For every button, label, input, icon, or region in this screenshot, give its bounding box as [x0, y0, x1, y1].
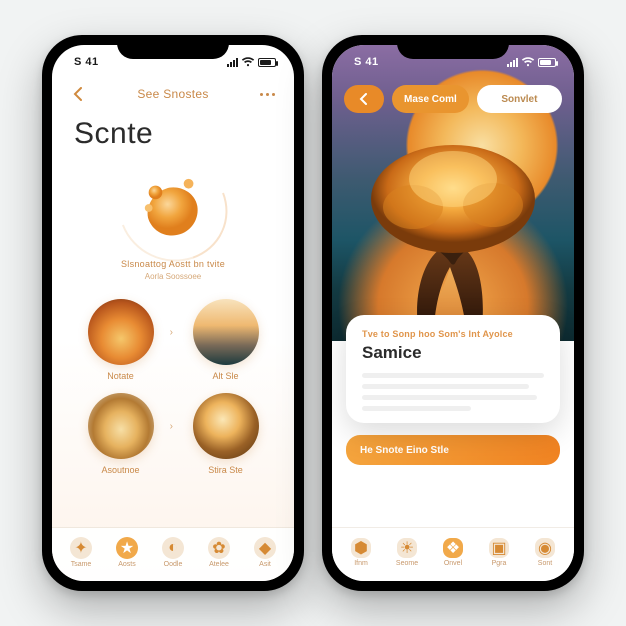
tab-item[interactable]: ◐ Oodle — [150, 532, 196, 573]
category-label: Stira Ste — [208, 465, 243, 475]
tab-item[interactable]: ✦ Tsame — [58, 532, 104, 573]
device-notch — [397, 35, 509, 59]
signal-icon — [227, 57, 238, 67]
tab-item[interactable]: ★ Aosts — [104, 532, 150, 573]
tab-item[interactable]: ✿ Atelee — [196, 532, 242, 573]
tab-label: Sont — [538, 560, 552, 567]
hero-section: Scnte — [52, 107, 294, 159]
back-button[interactable] — [66, 82, 90, 106]
tab-icon: ★ — [116, 537, 138, 559]
category-item[interactable]: Asoutnoe › — [72, 393, 169, 475]
top-nav-title: See Snostes — [137, 87, 208, 101]
status-indicators — [507, 57, 556, 67]
tab-icon: ☀ — [397, 538, 417, 558]
card-title: Samice — [362, 343, 544, 363]
tab-label: Tsame — [71, 561, 92, 568]
wifi-icon — [241, 57, 255, 67]
more-button[interactable] — [256, 82, 280, 106]
battery-icon — [538, 58, 556, 67]
hero-graphic — [52, 159, 294, 259]
category-thumb-icon — [88, 299, 154, 365]
status-indicators — [227, 57, 276, 67]
filter-chip-secondary[interactable]: Sonvlet — [477, 85, 562, 113]
tab-icon: ✿ — [208, 537, 230, 559]
tab-label: Ifnm — [354, 560, 368, 567]
phone-mockup-left: S 41 See Snostes Scnte — [42, 35, 304, 591]
tab-icon: ◐ — [162, 537, 184, 559]
tab-item[interactable]: ❖ Onvel — [430, 532, 476, 573]
tab-item[interactable]: ▣ Pgra — [476, 532, 522, 573]
tab-label: Aosts — [118, 561, 136, 568]
cta-strip[interactable]: He Snote Eino Stle — [346, 435, 560, 465]
category-thumb-icon — [193, 393, 259, 459]
content-card: Tve to Sonp hoo Som's Int Ayolce Samice — [346, 315, 560, 423]
top-nav: See Snostes — [52, 79, 294, 107]
screen-right: S 41 Mase Coml Sonvlet — [332, 45, 574, 581]
chip-label: Sonvlet — [501, 94, 537, 105]
category-item[interactable]: Alt Sle — [177, 299, 274, 381]
tab-icon: ⬢ — [351, 538, 371, 558]
tab-item[interactable]: ◉ Sont — [522, 532, 568, 573]
battery-icon — [258, 58, 276, 67]
tab-bar: ✦ Tsame ★ Aosts ◐ Oodle ✿ Atelee ◆ Asit — [52, 527, 294, 581]
category-thumb-icon — [88, 393, 154, 459]
category-item[interactable]: Notate › — [72, 299, 169, 381]
status-time: S 41 — [74, 56, 99, 68]
category-label: Alt Sle — [212, 371, 238, 381]
tab-label: Pgra — [492, 560, 507, 567]
category-item[interactable]: Stira Ste — [177, 393, 274, 475]
tab-icon: ❖ — [443, 538, 463, 558]
tab-label: Atelee — [209, 561, 229, 568]
tab-label: Onvel — [444, 560, 462, 567]
signal-icon — [507, 57, 518, 67]
device-notch — [117, 35, 229, 59]
filter-chip-primary[interactable]: Mase Coml — [392, 85, 469, 113]
category-label: Asoutnoe — [101, 465, 139, 475]
tab-label: Oodle — [164, 561, 183, 568]
sub-tagline: Aorla Soossoee — [52, 272, 294, 281]
tab-item[interactable]: ☀ Seome — [384, 532, 430, 573]
category-label: Notate — [107, 371, 134, 381]
card-eyebrow: Tve to Sonp hoo Som's Int Ayolce — [362, 329, 544, 339]
tab-label: Seome — [396, 560, 418, 567]
tab-icon: ✦ — [70, 537, 92, 559]
hero-image: S 41 Mase Coml Sonvlet — [332, 45, 574, 341]
phone-mockup-right: S 41 Mase Coml Sonvlet — [322, 35, 584, 591]
card-body-placeholder — [362, 373, 544, 411]
chip-bar: Mase Coml Sonvlet — [344, 85, 562, 113]
chevron-right-icon: › — [170, 327, 173, 338]
chip-label: Mase Coml — [404, 94, 457, 105]
category-thumb-icon — [193, 299, 259, 365]
page-title: Scnte — [74, 117, 272, 151]
tab-icon: ◉ — [535, 538, 555, 558]
back-button[interactable] — [344, 85, 384, 113]
screen-left: S 41 See Snostes Scnte — [52, 45, 294, 581]
tab-item[interactable]: ⬢ Ifnm — [338, 532, 384, 573]
tab-icon: ▣ — [489, 538, 509, 558]
tree-illustration-icon — [358, 127, 548, 347]
wifi-icon — [521, 57, 535, 67]
tab-icon: ◆ — [254, 537, 276, 559]
tab-label: Asit — [259, 561, 271, 568]
chevron-right-icon: › — [170, 421, 173, 432]
tab-item[interactable]: ◆ Asit — [242, 532, 288, 573]
category-grid: Notate › Alt Sle Asoutnoe › Stira Ste — [52, 281, 294, 481]
tab-bar: ⬢ Ifnm ☀ Seome ❖ Onvel ▣ Pgra ◉ Sont — [332, 527, 574, 581]
status-time: S 41 — [354, 56, 379, 68]
cta-label: He Snote Eino Stle — [360, 445, 449, 456]
